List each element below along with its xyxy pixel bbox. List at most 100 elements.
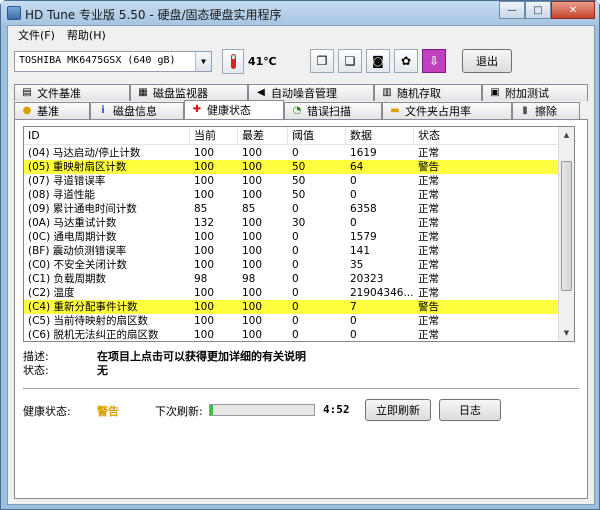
cell-threshold: 0 (292, 203, 299, 215)
cell-current: 100 (194, 231, 215, 243)
table-row[interactable]: (C1) 负载周期数 98 98 0 20323 正常 (24, 272, 560, 286)
table-row[interactable]: (09) 累计通电时间计数 85 85 0 6358 正常 (24, 202, 560, 216)
drive-select-value: TOSHIBA MK6475GSX (640 gB) (19, 55, 176, 66)
table-row[interactable]: (04) 马达启动/停止计数 100 100 0 1619 正常 (24, 146, 560, 160)
table-row[interactable]: (C0) 不安全关闭计数 100 100 0 35 正常 (24, 258, 560, 272)
tab-disk-monitor[interactable]: ▦ 磁盘监视器 (130, 84, 248, 101)
tab-label: 随机存取 (397, 87, 441, 100)
status-row: 健康状态: 警告 下次刷新: 4:52 立即刷新 日志 (23, 398, 579, 422)
cell-worst: 100 (242, 315, 263, 327)
cell-id: (C1) 负载周期数 (28, 273, 107, 285)
cell-current: 100 (194, 147, 215, 159)
table-row[interactable]: (0C) 通电周期计数 100 100 0 1579 正常 (24, 230, 560, 244)
cell-current: 100 (194, 175, 215, 187)
client-area: 文件(F) 帮助(H) TOSHIBA MK6475GSX (640 gB) ▼… (7, 25, 595, 505)
scroll-up-icon[interactable]: ▲ (559, 127, 574, 143)
tab-label: 擦除 (535, 105, 557, 118)
exit-button[interactable]: 退出 (462, 49, 512, 73)
tab-label: 磁盘信息 (113, 105, 157, 118)
maximize-button[interactable]: □ (525, 1, 551, 19)
cell-threshold: 50 (292, 189, 306, 201)
log-button[interactable]: 日志 (439, 399, 501, 421)
cell-data: 0 (350, 315, 357, 327)
tab-row-top: ▤ 文件基准 ▦ 磁盘监视器 ◀ 自动噪音管理 ▥ 随机存取 ▣ 附加测试 (14, 84, 588, 101)
options-icon: ✿ (400, 54, 412, 68)
table-row[interactable]: (0A) 马达重试计数 132 100 30 0 正常 (24, 216, 560, 230)
copy-text-button[interactable]: ❐ (310, 49, 334, 73)
tab-benchmark[interactable]: ● 基准 (14, 102, 90, 119)
benchmark-icon: ● (22, 105, 32, 116)
table-row[interactable]: (C6) 脱机无法纠正的扇区数 100 100 0 0 正常 (24, 328, 560, 341)
tab-noise-management[interactable]: ◀ 自动噪音管理 (248, 84, 374, 101)
cell-threshold: 50 (292, 161, 306, 173)
tab-error-scan[interactable]: ◔ 错误扫描 (284, 102, 382, 119)
cell-data: 1579 (350, 231, 377, 243)
tab-file-benchmark[interactable]: ▤ 文件基准 (14, 84, 130, 101)
cell-status: 正常 (418, 231, 439, 243)
tab-disk-info[interactable]: i 磁盘信息 (90, 102, 184, 119)
table-row[interactable]: (C2) 温度 100 100 0 21904346... 正常 (24, 286, 560, 300)
menu-file[interactable]: 文件(F) (12, 27, 61, 43)
cell-worst: 100 (242, 175, 263, 187)
cell-current: 85 (194, 203, 208, 215)
column-header-threshold[interactable]: 阈值 (288, 127, 346, 145)
table-row-warning[interactable]: (05) 重映射扇区计数 100 100 50 64 警告 (24, 160, 560, 174)
close-button[interactable]: ✕ (551, 1, 595, 19)
cell-id: (07) 寻道错误率 (28, 175, 106, 187)
copy-text-icon: ❐ (316, 54, 328, 68)
table-row-warning[interactable]: (C4) 重新分配事件计数 100 100 0 7 警告 (24, 300, 560, 314)
smart-table[interactable]: ID 当前 最差 阈值 数据 状态 (04) 马达启动/停止计数 100 100 0 1… (23, 126, 575, 342)
tab-extra-tests[interactable]: ▣ 附加测试 (482, 84, 588, 101)
cell-id: (BF) 震动侦测错误率 (28, 245, 127, 257)
scroll-thumb[interactable] (561, 161, 572, 291)
table-row[interactable]: (08) 寻道性能 100 100 50 0 正常 (24, 188, 560, 202)
title-bar[interactable]: HD Tune 专业版 5.50 - 硬盘/固态硬盘实用程序 — □ ✕ (1, 1, 599, 25)
refresh-countdown: 4:52 (323, 403, 350, 416)
cell-threshold: 0 (292, 287, 299, 299)
cell-id: (0A) 马达重试计数 (28, 217, 117, 229)
copy-screenshot-button[interactable]: ❏ (338, 49, 362, 73)
cell-current: 100 (194, 245, 215, 257)
description-value: 在项目上点击可以获得更加详细的有关说明 (97, 350, 306, 363)
drive-select[interactable]: TOSHIBA MK6475GSX (640 gB) ▼ (14, 51, 212, 72)
tab-label: 自动噪音管理 (271, 87, 337, 100)
cell-status: 正常 (418, 315, 439, 327)
options-button[interactable]: ✿ (394, 49, 418, 73)
tab-health[interactable]: ✚ 健康状态 (184, 100, 284, 119)
table-row[interactable]: (BF) 震动侦测错误率 100 100 0 141 正常 (24, 244, 560, 258)
tab-folder-usage[interactable]: ▬ 文件夹占用率 (382, 102, 512, 119)
chevron-down-icon: ▼ (195, 52, 211, 71)
tab-erase[interactable]: ▮ 擦除 (512, 102, 580, 119)
cell-current: 132 (194, 217, 215, 229)
tab-random-access[interactable]: ▥ 随机存取 (374, 84, 482, 101)
scroll-down-icon[interactable]: ▼ (559, 325, 574, 341)
vertical-scrollbar[interactable]: ▲ ▼ (558, 127, 574, 341)
save-button[interactable]: ⇩ (422, 49, 446, 73)
table-row[interactable]: (07) 寻道错误率 100 100 50 0 正常 (24, 174, 560, 188)
cell-data: 6358 (350, 203, 377, 215)
cell-threshold: 0 (292, 329, 299, 341)
cell-current: 100 (194, 315, 215, 327)
minimize-button[interactable]: — (499, 1, 525, 19)
cell-id: (C0) 不安全关闭计数 (28, 259, 128, 271)
column-header-data[interactable]: 数据 (346, 127, 414, 145)
refresh-now-button[interactable]: 立即刷新 (365, 399, 431, 421)
tab-label: 健康状态 (207, 104, 251, 117)
save-download-icon: ⇩ (428, 54, 440, 68)
cell-id: (C5) 当前待映射的扇区数 (28, 315, 149, 327)
column-header-id[interactable]: ID (24, 127, 190, 145)
folder-icon: ▬ (390, 105, 400, 116)
cell-id: (04) 马达启动/停止计数 (28, 147, 141, 159)
app-window: HD Tune 专业版 5.50 - 硬盘/固态硬盘实用程序 — □ ✕ 文件(… (0, 0, 600, 510)
column-header-worst[interactable]: 最差 (238, 127, 288, 145)
column-header-status[interactable]: 状态 (414, 127, 560, 145)
cell-id: (C4) 重新分配事件计数 (28, 301, 138, 313)
screenshot-button[interactable]: ◙ (366, 49, 390, 73)
cell-id: (C6) 脱机无法纠正的扇区数 (28, 329, 159, 341)
cell-worst: 100 (242, 147, 263, 159)
column-header-current[interactable]: 当前 (190, 127, 238, 145)
menu-help[interactable]: 帮助(H) (61, 27, 112, 43)
cell-threshold: 0 (292, 315, 299, 327)
copy-screenshot-icon: ❏ (344, 54, 356, 68)
table-row[interactable]: (C5) 当前待映射的扇区数 100 100 0 0 正常 (24, 314, 560, 328)
